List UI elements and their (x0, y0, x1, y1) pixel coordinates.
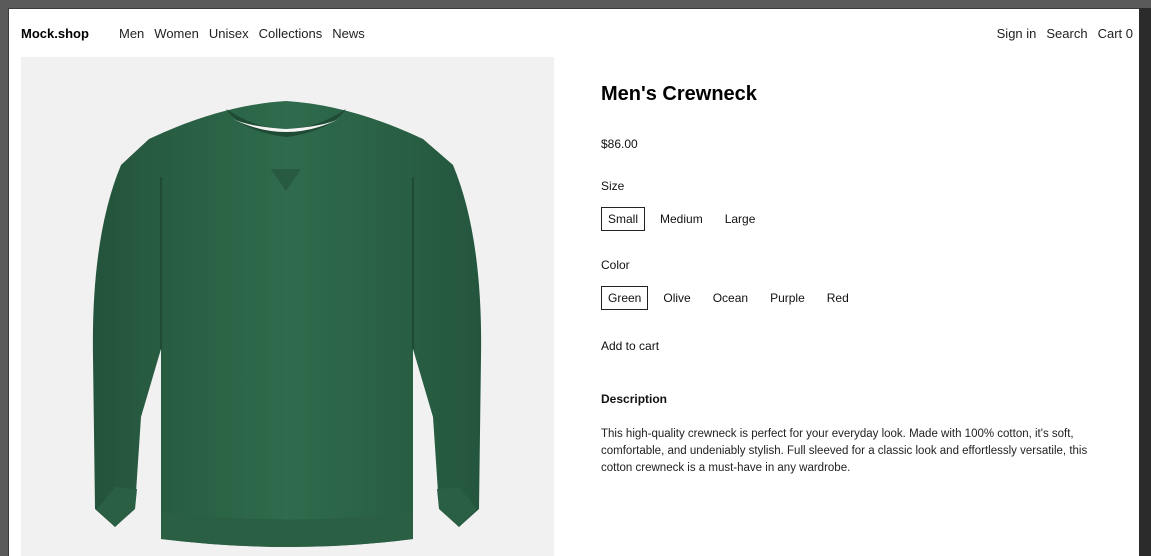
add-to-cart-button[interactable]: Add to cart (601, 339, 659, 353)
size-option-small[interactable]: Small (601, 207, 646, 231)
header-actions: Sign in Search Cart 0 (997, 26, 1133, 41)
color-options: Green Olive Ocean Purple Red (601, 286, 856, 310)
nav-unisex[interactable]: Unisex (209, 26, 249, 41)
main-nav: Men Women Unisex Collections News (119, 26, 365, 41)
product-details: Men's Crewneck $86.00 Size Small Medium … (601, 83, 1121, 474)
product-title: Men's Crewneck (601, 83, 757, 105)
size-label: Size (601, 179, 625, 193)
color-option-olive[interactable]: Olive (656, 286, 697, 310)
product-image (21, 57, 554, 556)
color-option-green[interactable]: Green (601, 286, 649, 310)
description-heading: Description (601, 392, 668, 406)
cart-link[interactable]: Cart 0 (1098, 26, 1133, 41)
size-option-medium[interactable]: Medium (653, 207, 710, 231)
window-edge (1139, 8, 1151, 556)
nav-news[interactable]: News (332, 26, 365, 41)
color-option-ocean[interactable]: Ocean (706, 286, 755, 310)
nav-women[interactable]: Women (154, 26, 199, 41)
color-option-purple[interactable]: Purple (763, 286, 812, 310)
nav-men[interactable]: Men (119, 26, 144, 41)
site-header: Mock.shop Men Women Unisex Collections N… (9, 9, 1139, 57)
site-logo[interactable]: Mock.shop (21, 26, 89, 41)
description-text: This high-quality crewneck is perfect fo… (601, 428, 1088, 474)
search-link[interactable]: Search (1046, 26, 1087, 41)
crewneck-sweater-image (92, 101, 482, 547)
size-option-large[interactable]: Large (718, 207, 763, 231)
browser-viewport: Mock.shop Men Women Unisex Collections N… (8, 8, 1139, 556)
sign-in-link[interactable]: Sign in (997, 26, 1037, 41)
color-label: Color (601, 258, 630, 272)
product-price: $86.00 (601, 137, 638, 151)
nav-collections[interactable]: Collections (259, 26, 323, 41)
size-options: Small Medium Large (601, 207, 762, 231)
color-option-red[interactable]: Red (820, 286, 856, 310)
